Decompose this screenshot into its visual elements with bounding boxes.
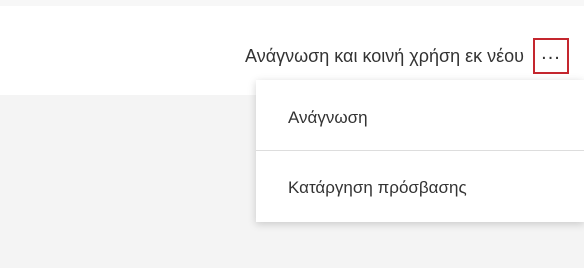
menu-item-label: Ανάγνωση — [288, 108, 368, 127]
menu-item-read[interactable]: Ανάγνωση — [256, 92, 584, 144]
menu-divider — [256, 150, 584, 151]
menu-item-remove-access[interactable]: Κατάργηση πρόσβασης — [256, 162, 584, 214]
context-menu: Ανάγνωση Κατάργηση πρόσβασης — [256, 80, 584, 222]
menu-item-label: Κατάργηση πρόσβασης — [288, 178, 467, 197]
reshare-row-label: Ανάγνωση και κοινή χρήση εκ νέου — [245, 46, 524, 66]
ellipsis-icon: ... — [541, 42, 561, 64]
more-options-button[interactable]: ... — [533, 38, 569, 74]
